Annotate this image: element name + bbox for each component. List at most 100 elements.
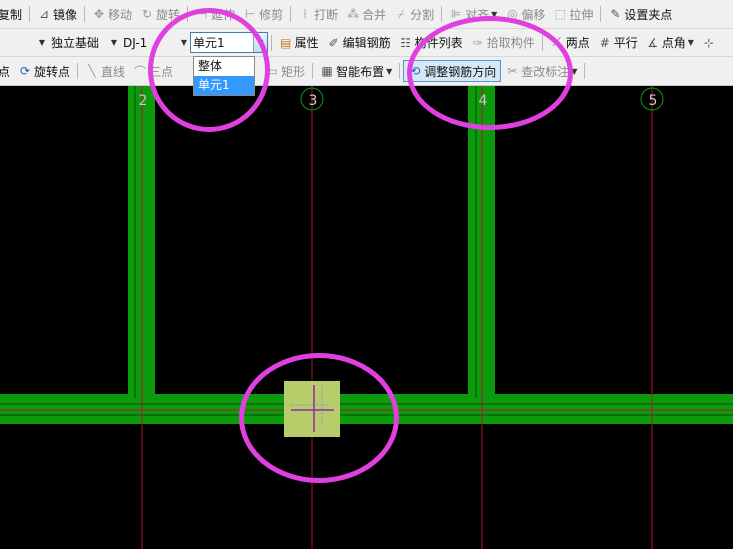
unit-select-value: 单元1 <box>193 36 225 50</box>
separator <box>399 63 401 79</box>
layer-select[interactable]: ▼ <box>0 33 48 53</box>
parallel-icon: # <box>599 35 610 50</box>
component-toolbar: ▼ 独立基础 ▼ DJ-1 ▼ 单元1 ▼ ▤ 属性 ✐ 编辑钢筋 ☷ 构件列表 ✑ 拾取构件… <box>0 29 733 57</box>
split-icon: ⌿ <box>397 6 405 21</box>
chevron-down-icon: ▼ <box>180 38 187 47</box>
adjust-direction-icon: ⟲ <box>410 64 421 78</box>
line-icon: ╲ <box>88 64 96 78</box>
dropdown-arrow-icon[interactable]: ▼ <box>252 33 267 52</box>
list-icon: ☷ <box>400 35 412 50</box>
mirror-icon: ⊿ <box>38 7 50 21</box>
offset-label: 偏移 <box>521 7 546 22</box>
rotate-point-button[interactable]: ⟳ 旋转点 <box>14 60 74 82</box>
offset-button[interactable]: ◎ 偏移 <box>501 3 549 25</box>
isolated-footing[interactable] <box>284 381 340 437</box>
view-label-button[interactable]: ✂ 查改标注 ▼ <box>501 60 581 82</box>
separator <box>584 63 586 79</box>
smart-layout-button[interactable]: ▦ 智能布置 ▼ <box>316 60 396 82</box>
extend-icon: ⊣ <box>196 7 208 21</box>
rectangle-button[interactable]: ▭ 矩形 <box>261 60 309 82</box>
component-name-select[interactable]: DJ-1 ▼ <box>120 33 190 53</box>
axis-label-2: 2 <box>139 93 148 109</box>
rotate-icon: ↻ <box>142 7 153 21</box>
point-button[interactable]: 点 <box>0 60 14 82</box>
properties-button[interactable]: ▤ 属性 <box>275 32 323 54</box>
mirror-button[interactable]: ⊿ 镜像 <box>33 3 81 25</box>
edit-rebar-icon: ✐ <box>328 35 339 50</box>
split-label: 分割 <box>410 7 435 22</box>
chevron-down-icon: ▼ <box>110 38 117 47</box>
point-angle-label: 点角 <box>661 36 686 50</box>
three-point-arc-label: 三点 <box>149 64 174 79</box>
dropdown-item-whole[interactable]: 整体 <box>194 57 254 76</box>
smart-layout-icon: ▦ <box>321 64 333 78</box>
align-icon: ⊫ <box>450 7 462 21</box>
extend-button[interactable]: ⊣ 延伸 <box>191 3 239 25</box>
rotate-point-icon: ⟳ <box>19 64 31 78</box>
chevron-down-icon: ▼ <box>38 38 45 47</box>
rotate-point-label: 旋转点 <box>34 64 71 79</box>
point-angle-button[interactable]: ∡ 点角 ▼ <box>642 32 698 54</box>
stretch-icon: ⬚ <box>554 7 566 21</box>
parallel-label: 平行 <box>613 36 638 50</box>
arc-icon: ⌒ <box>134 64 147 79</box>
parallel-button[interactable]: # 平行 <box>594 32 642 54</box>
two-points-icon: ⟋ <box>552 35 561 49</box>
properties-icon: ▤ <box>279 35 292 50</box>
separator <box>312 63 314 79</box>
component-type-select[interactable]: 独立基础 ▼ <box>48 33 120 53</box>
merge-icon: ⁂ <box>347 7 360 21</box>
mirror-label: 镜像 <box>53 7 78 22</box>
move-label: 移动 <box>108 7 133 22</box>
merge-button[interactable]: ⁂ 合并 <box>342 3 390 25</box>
offset-icon: ◎ <box>507 7 518 21</box>
chevron-down-icon: ▼ <box>491 9 498 19</box>
view-label-label: 查改标注 <box>521 64 570 79</box>
move-button[interactable]: ✥ 移动 <box>88 3 136 25</box>
edit-toolbar: 复制 ⊿ 镜像 ✥ 移动 ↻ 旋转 ⊣ 延伸 ⊢ 修剪 ⁞ 打断 ⁂ 合并 ⌿ 分割 ⊫ 对齐 ▼ … <box>0 0 733 29</box>
more-tools-button[interactable]: ⊹ <box>698 32 722 54</box>
drawing-canvas[interactable]: 2 3 4 5 <box>0 86 733 549</box>
rotate-button[interactable]: ↻ 旋转 <box>136 3 184 25</box>
adjust-rebar-direction-button[interactable]: ⟲ 调整钢筋方向 <box>403 60 502 82</box>
split-button[interactable]: ⌿ 分割 <box>390 3 438 25</box>
dropdown-item-unit1[interactable]: 单元1 <box>194 76 254 95</box>
set-grip-label: 设置夹点 <box>624 7 673 22</box>
set-grip-button[interactable]: ✎ 设置夹点 <box>604 3 676 25</box>
copy-button[interactable]: 复制 <box>0 3 26 25</box>
unit-select[interactable]: 单元1 ▼ <box>190 32 268 53</box>
stretch-label: 拉伸 <box>569 7 594 22</box>
copy-label: 复制 <box>0 7 23 22</box>
break-label: 打断 <box>314 7 339 22</box>
stretch-button[interactable]: ⬚ 拉伸 <box>549 3 597 25</box>
component-name-value: DJ-1 <box>123 35 148 50</box>
chevron-down-icon: ▼ <box>687 38 694 47</box>
smart-layout-label: 智能布置 <box>336 64 385 79</box>
align-label: 对齐 <box>465 7 490 22</box>
separator <box>541 34 543 51</box>
component-list-label: 构件列表 <box>414 36 463 50</box>
beam-horizontal <box>0 394 733 424</box>
pick-component-button[interactable]: ✑ 拾取构件 <box>467 32 539 54</box>
separator <box>187 6 189 22</box>
pick-component-label: 拾取构件 <box>486 36 535 50</box>
break-button[interactable]: ⁞ 打断 <box>294 3 342 25</box>
pick-icon: ✑ <box>472 35 483 50</box>
break-icon: ⁞ <box>303 7 307 21</box>
separator <box>29 6 31 22</box>
plan-drawing: 2 3 4 5 <box>0 86 733 549</box>
chevron-down-icon: ▼ <box>571 66 578 76</box>
two-points-button[interactable]: ⟋ 两点 <box>546 32 594 54</box>
properties-label: 属性 <box>294 36 319 50</box>
point-label: 点 <box>0 63 10 80</box>
line-button[interactable]: ╲ 直线 <box>81 60 129 82</box>
three-point-arc-button[interactable]: ⌒ 三点 <box>129 60 177 82</box>
edit-rebar-button[interactable]: ✐ 编辑钢筋 <box>323 32 395 54</box>
component-list-button[interactable]: ☷ 构件列表 <box>395 32 467 54</box>
trim-button[interactable]: ⊢ 修剪 <box>239 3 287 25</box>
point-angle-icon: ∡ <box>647 35 659 50</box>
extend-label: 延伸 <box>211 7 236 22</box>
align-button[interactable]: ⊫ 对齐 ▼ <box>445 3 501 25</box>
grip-icon: ✎ <box>610 7 621 21</box>
separator <box>84 6 86 22</box>
